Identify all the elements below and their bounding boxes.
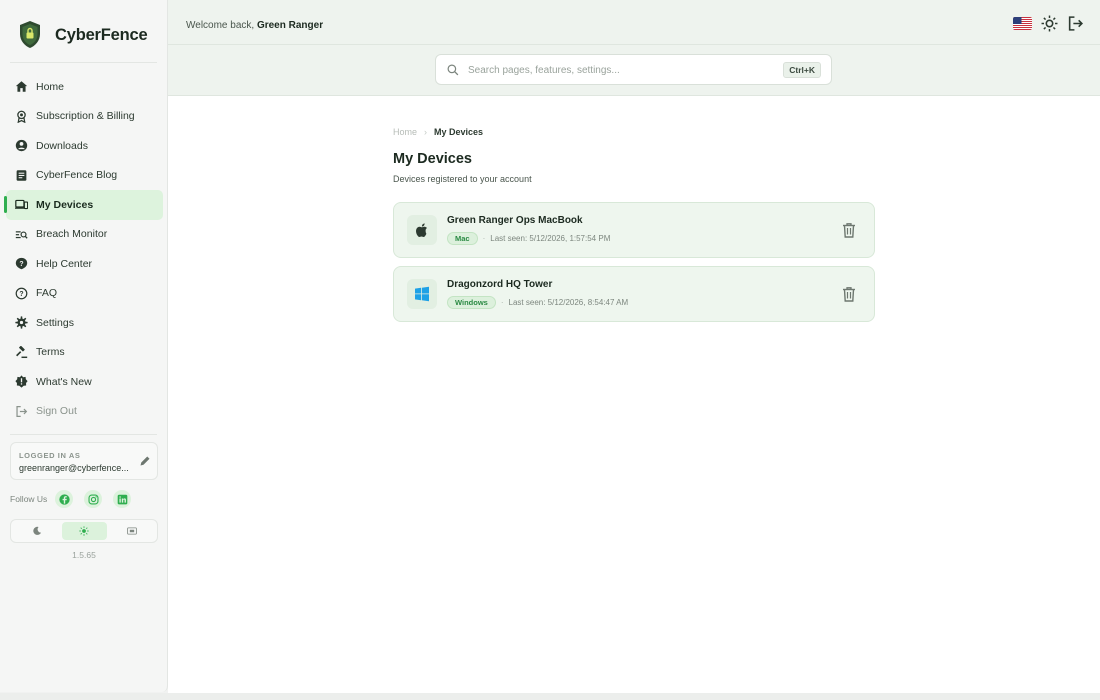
follow-label: Follow Us (10, 494, 48, 504)
page-title: My Devices (393, 151, 472, 167)
sidebar-item-label: Downloads (36, 139, 88, 152)
device-card: Green Ranger Ops MacBook Mac · Last seen… (393, 202, 875, 258)
sidebar-item-settings[interactable]: Settings (6, 308, 163, 338)
sun-icon (79, 526, 89, 536)
sun-icon[interactable] (1041, 15, 1058, 32)
breadcrumb: Home › My Devices (393, 127, 483, 137)
theme-switch (10, 519, 158, 543)
facebook-icon[interactable] (55, 490, 74, 508)
follow-us: Follow Us (10, 490, 142, 508)
trash-icon[interactable] (842, 286, 856, 302)
gavel-icon (15, 345, 28, 359)
sidebar-divider (10, 434, 157, 435)
shield-logo-icon (20, 21, 40, 48)
badge-icon (15, 110, 28, 123)
chevron-right-icon: › (424, 127, 428, 137)
separator-dot: · (482, 234, 486, 243)
sidebar-item-label: What's New (36, 375, 92, 388)
device-name: Green Ranger Ops MacBook (447, 215, 583, 226)
device-meta: Mac · Last seen: 5/12/2026, 1:57:54 PM (447, 232, 610, 245)
sidebar-item-blog[interactable]: CyberFence Blog (6, 161, 163, 191)
account-card: LOGGED IN AS greenranger@cyberfence... (10, 442, 158, 480)
apple-icon (407, 215, 437, 245)
sign-out-icon[interactable] (1067, 15, 1084, 32)
breadcrumb-current: My Devices (434, 127, 484, 137)
gear-icon (15, 316, 28, 329)
sidebar-item-faq[interactable]: ? FAQ (6, 279, 163, 309)
sidebar-item-label: Breach Monitor (36, 228, 108, 241)
sidebar-item-downloads[interactable]: Downloads (6, 131, 163, 161)
app-name: CyberFence (55, 25, 148, 44)
platform-badge: Windows (447, 296, 496, 309)
sidebar-item-label: Home (36, 80, 65, 93)
sign-out-icon (15, 405, 28, 418)
account-label: LOGGED IN AS (19, 451, 81, 460)
us-flag-icon[interactable] (1013, 17, 1032, 30)
separator-dot: · (500, 298, 504, 307)
device-meta: Windows · Last seen: 5/12/2026, 8:54:47 … (447, 296, 628, 309)
breach-monitor-icon (15, 228, 28, 241)
user-name: Green Ranger (256, 20, 324, 31)
theme-dark-button[interactable] (14, 522, 59, 540)
search-shortcut-badge: Ctrl+K (783, 62, 821, 78)
moon-icon (32, 526, 41, 535)
top-bar: Welcome back, Green Ranger (168, 0, 1100, 45)
sidebar-item-label: My Devices (36, 198, 94, 211)
last-seen: Last seen: 5/12/2026, 1:57:54 PM (490, 234, 611, 243)
sidebar-divider (10, 62, 157, 63)
monitor-icon (126, 527, 137, 535)
devices-icon (15, 198, 28, 211)
windows-icon (407, 279, 437, 309)
download-icon (15, 139, 28, 152)
sidebar-item-label: Settings (36, 316, 74, 329)
top-actions (1004, 15, 1084, 32)
sidebar-item-label: Terms (36, 346, 65, 359)
welcome-message: Welcome back, Green Ranger (186, 20, 323, 31)
sidebar-item-label: Subscription & Billing (36, 110, 135, 123)
trash-icon[interactable] (842, 222, 856, 238)
sidebar-item-subscription-billing[interactable]: Subscription & Billing (6, 102, 163, 132)
instagram-icon[interactable] (84, 490, 103, 508)
search-bar: Ctrl+K (168, 45, 1100, 96)
blog-icon (15, 169, 28, 182)
main-content: Home › My Devices My Devices Devices reg… (168, 96, 1100, 693)
search-box[interactable]: Ctrl+K (435, 54, 832, 85)
sidebar-item-label: CyberFence Blog (36, 169, 118, 182)
app-version: 1.5.65 (72, 550, 96, 560)
page-subtitle: Devices registered to your account (393, 174, 532, 184)
sidebar-item-label: Sign Out (36, 405, 77, 418)
new-badge-icon (15, 375, 28, 388)
app-logo[interactable]: CyberFence (18, 20, 148, 50)
sidebar-item-label: Help Center (36, 257, 93, 270)
sidebar-item-terms[interactable]: Terms (6, 338, 163, 368)
home-icon (15, 80, 28, 93)
sidebar-item-my-devices[interactable]: My Devices (4, 190, 163, 220)
sidebar-item-home[interactable]: Home (6, 72, 163, 102)
device-card: Dragonzord HQ Tower Windows · Last seen:… (393, 266, 875, 322)
account-email: greenranger@cyberfence... (19, 463, 129, 473)
pencil-icon[interactable] (139, 455, 151, 467)
sidebar-item-sign-out[interactable]: Sign Out (6, 397, 163, 427)
svg-text:?: ? (19, 261, 23, 268)
last-seen: Last seen: 5/12/2026, 8:54:47 AM (508, 298, 629, 307)
theme-system-button[interactable] (109, 522, 154, 540)
device-name: Dragonzord HQ Tower (447, 279, 553, 290)
faq-icon: ? (15, 287, 28, 300)
sidebar-item-breach-monitor[interactable]: Breach Monitor (6, 220, 163, 250)
sidebar-item-whats-new[interactable]: What's New (6, 367, 163, 397)
linkedin-icon[interactable] (113, 490, 132, 508)
platform-badge: Mac (447, 232, 478, 245)
sidebar-item-label: FAQ (36, 287, 58, 300)
svg-text:?: ? (19, 291, 23, 298)
sidebar: CyberFence Home Subscription & Billing D… (0, 0, 168, 692)
theme-light-button[interactable] (61, 522, 107, 540)
welcome-prefix: Welcome back, (186, 20, 257, 31)
help-icon: ? (15, 257, 28, 270)
window-bottom-edge (0, 693, 1100, 700)
sidebar-nav: Home Subscription & Billing Downloads Cy… (4, 72, 163, 427)
breadcrumb-home[interactable]: Home (393, 127, 417, 137)
search-icon (447, 64, 459, 76)
sidebar-item-help-center[interactable]: ? Help Center (6, 249, 163, 279)
search-input[interactable] (468, 62, 768, 79)
